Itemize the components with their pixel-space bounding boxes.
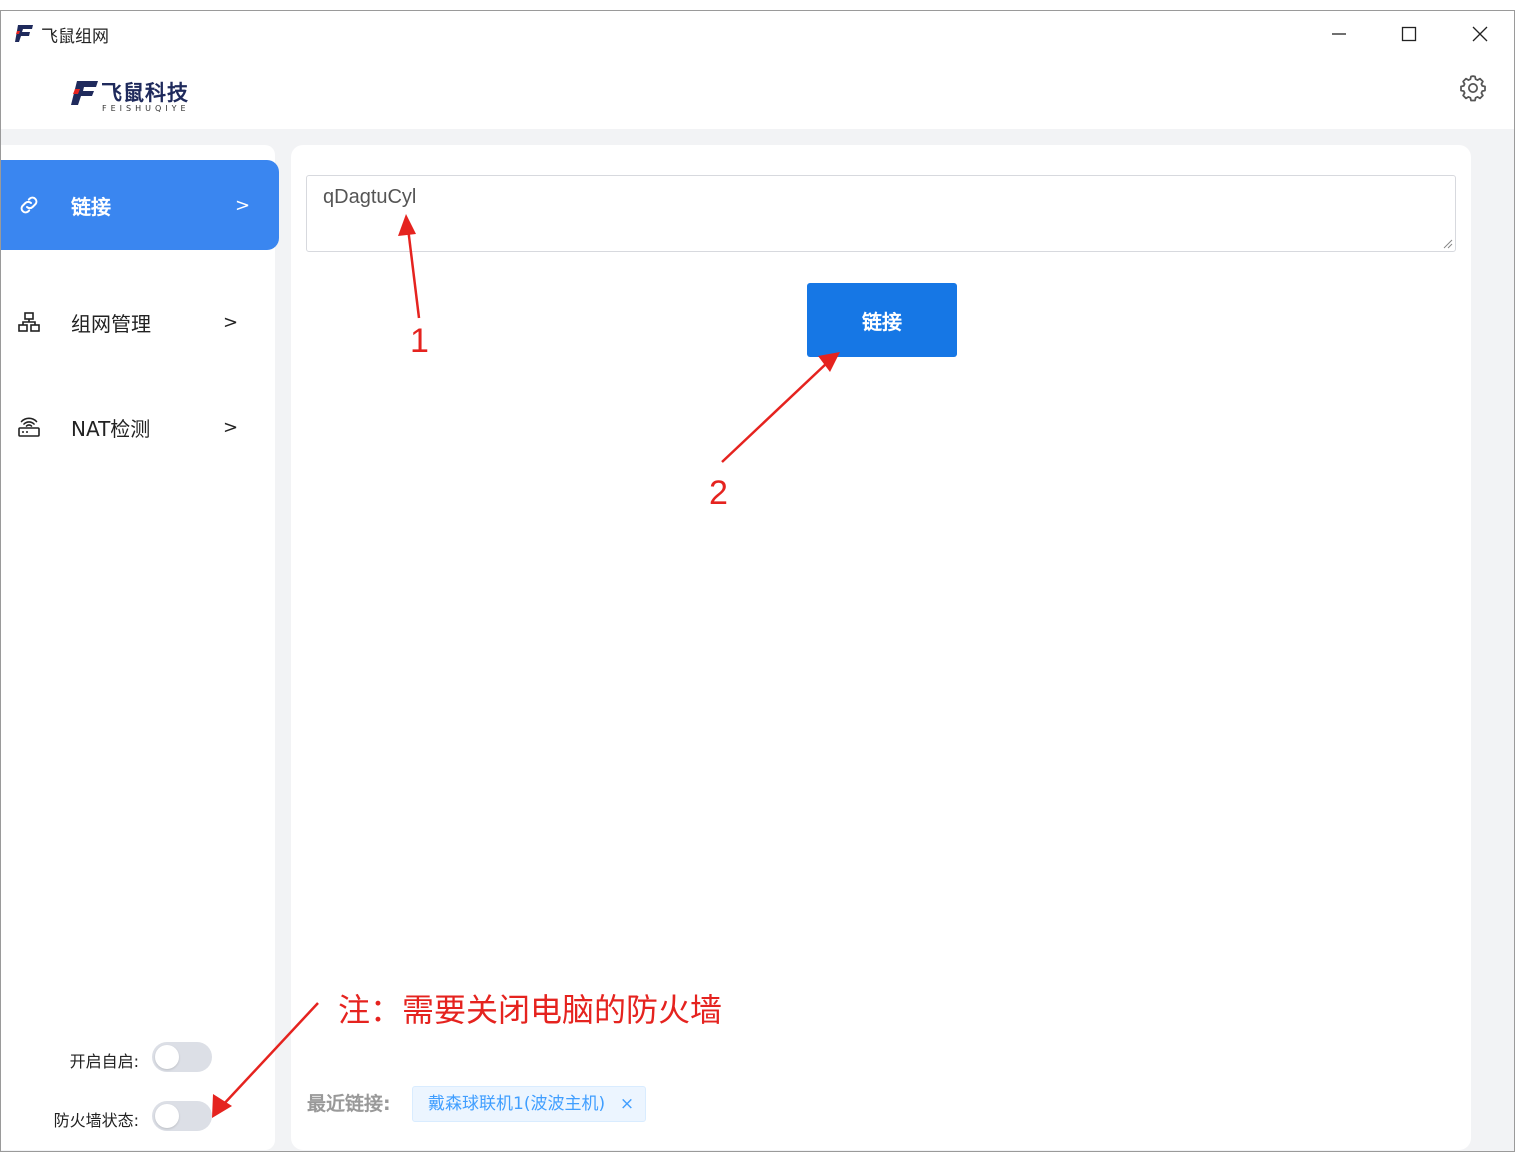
chevron-right-icon: >: [223, 311, 239, 333]
minimize-button[interactable]: [1304, 11, 1374, 57]
sidebar-item-nat-detection[interactable]: NAT检测 >: [1, 382, 279, 472]
sidebar-item-label: NAT检测: [71, 416, 151, 441]
network-icon: [18, 312, 40, 332]
sidebar-item-network-management[interactable]: 组网管理 >: [1, 277, 279, 367]
toggle-knob: [155, 1104, 179, 1128]
maximize-button[interactable]: [1374, 11, 1444, 57]
autostart-label: 开启自启:: [69, 1052, 139, 1071]
gear-icon[interactable]: [1458, 73, 1488, 103]
connect-button[interactable]: 链接: [807, 283, 957, 357]
brand-logo: 飞鼠科技 FEISHUQIYE: [69, 77, 199, 119]
brand-mark-icon: [71, 81, 98, 105]
link-code-input[interactable]: qDagtuCyl: [306, 175, 1456, 252]
recent-link-tag[interactable]: 戴森球联机1(波波主机) ×: [412, 1086, 647, 1122]
resize-grip-icon[interactable]: [1443, 239, 1453, 249]
sidebar: 链接 > 组网管理 > NAT检测 > 开启自启: 防火墙状态:: [1, 145, 279, 1150]
firewall-status-row: 防火墙状态:: [1, 1101, 275, 1135]
close-button[interactable]: [1445, 11, 1515, 57]
annotation-marker-1: 1: [410, 322, 429, 360]
toggle-knob: [155, 1045, 179, 1069]
firewall-status-toggle[interactable]: [152, 1101, 212, 1131]
autostart-row: 开启自启:: [1, 1042, 275, 1076]
firewall-status-label: 防火墙状态:: [53, 1111, 139, 1130]
autostart-toggle[interactable]: [152, 1042, 212, 1072]
maximize-icon: [1401, 26, 1417, 42]
recent-link-tag-label: 戴森球联机1(波波主机): [428, 1094, 606, 1114]
minimize-icon: [1332, 33, 1346, 35]
annotation-firewall-note: 注：需要关闭电脑的防火墙: [338, 992, 723, 1028]
brand-name: 飞鼠科技: [101, 81, 189, 105]
sidebar-item-link[interactable]: 链接 >: [1, 160, 279, 250]
brand-subtitle: FEISHUQIYE: [102, 104, 190, 113]
sidebar-item-label: 组网管理: [71, 311, 151, 336]
title-bar: 飞鼠组网: [1, 11, 1514, 57]
sidebar-item-label: 链接: [71, 194, 111, 219]
app-logo-icon: [15, 25, 33, 42]
router-icon: [18, 417, 40, 437]
app-header: 飞鼠科技 FEISHUQIYE: [1, 57, 1514, 129]
link-icon: [20, 196, 38, 214]
close-icon: [1472, 26, 1488, 42]
chevron-right-icon: >: [235, 194, 251, 216]
annotation-marker-2: 2: [709, 474, 728, 512]
chevron-right-icon: >: [223, 416, 239, 438]
recent-links-label: 最近链接:: [307, 1093, 391, 1115]
window-title: 飞鼠组网: [41, 27, 109, 47]
close-icon[interactable]: ×: [620, 1087, 634, 1121]
app-window: 飞鼠组网 飞鼠科技 FEISHUQIYE 链接 > 组网管理 > NAT检测 >…: [0, 10, 1515, 1152]
